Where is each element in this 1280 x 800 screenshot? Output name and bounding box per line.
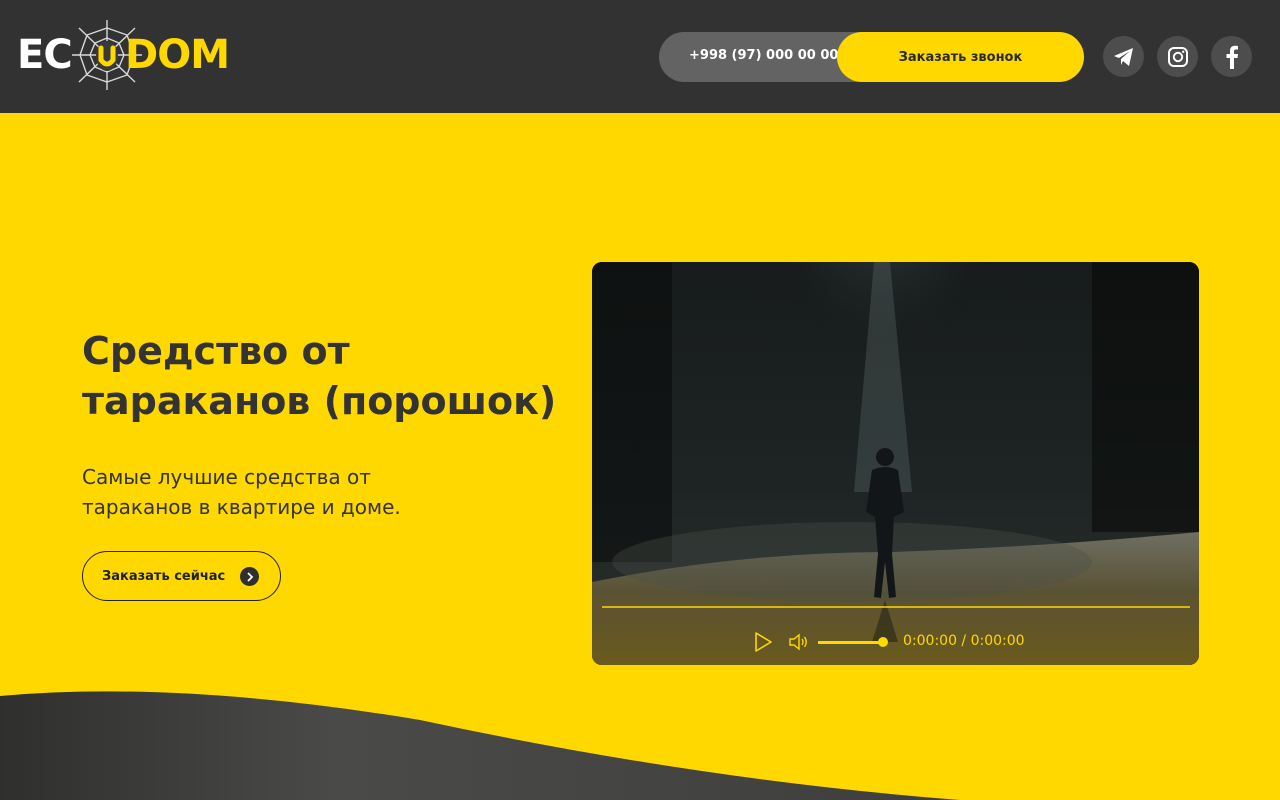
chevron-right-icon [240, 567, 259, 586]
phone-number[interactable]: +998 (97) 000 00 00 [689, 32, 838, 82]
video-progress-bar[interactable] [602, 606, 1190, 608]
volume-slider[interactable] [818, 641, 882, 644]
hero-title: Средство от тараканов (порошок) [82, 329, 557, 423]
video-frame [592, 262, 1199, 665]
bottom-wave-decoration [0, 691, 960, 800]
logo-text-eco: EC [17, 32, 73, 78]
site-header: EC DOM +998 (97) 000 00 00 Заказать звон… [0, 0, 1280, 113]
order-now-button[interactable]: Заказать сейчас [82, 551, 281, 601]
telegram-link[interactable] [1103, 36, 1144, 77]
play-button[interactable] [753, 631, 773, 657]
instagram-link[interactable] [1157, 36, 1198, 77]
order-now-label: Заказать сейчас [102, 568, 226, 584]
hero-video-player[interactable]: 0:00:00 / 0:00:00 [592, 262, 1199, 665]
facebook-link[interactable] [1211, 36, 1252, 77]
logo-text-dom: DOM [125, 32, 230, 78]
instagram-icon [1167, 46, 1188, 67]
facebook-icon [1226, 45, 1238, 69]
telegram-icon [1113, 47, 1133, 66]
mute-button[interactable] [788, 633, 810, 655]
order-call-button[interactable]: Заказать звонок [837, 32, 1084, 82]
video-time: 0:00:00 / 0:00:00 [903, 633, 1025, 649]
ecodom-logo[interactable]: EC DOM [17, 20, 237, 90]
hero-subtitle: Самые лучшие средства от тараканов в ква… [82, 465, 401, 519]
volume-icon [789, 633, 807, 651]
play-icon [755, 632, 772, 652]
volume-slider-handle[interactable] [878, 637, 888, 647]
